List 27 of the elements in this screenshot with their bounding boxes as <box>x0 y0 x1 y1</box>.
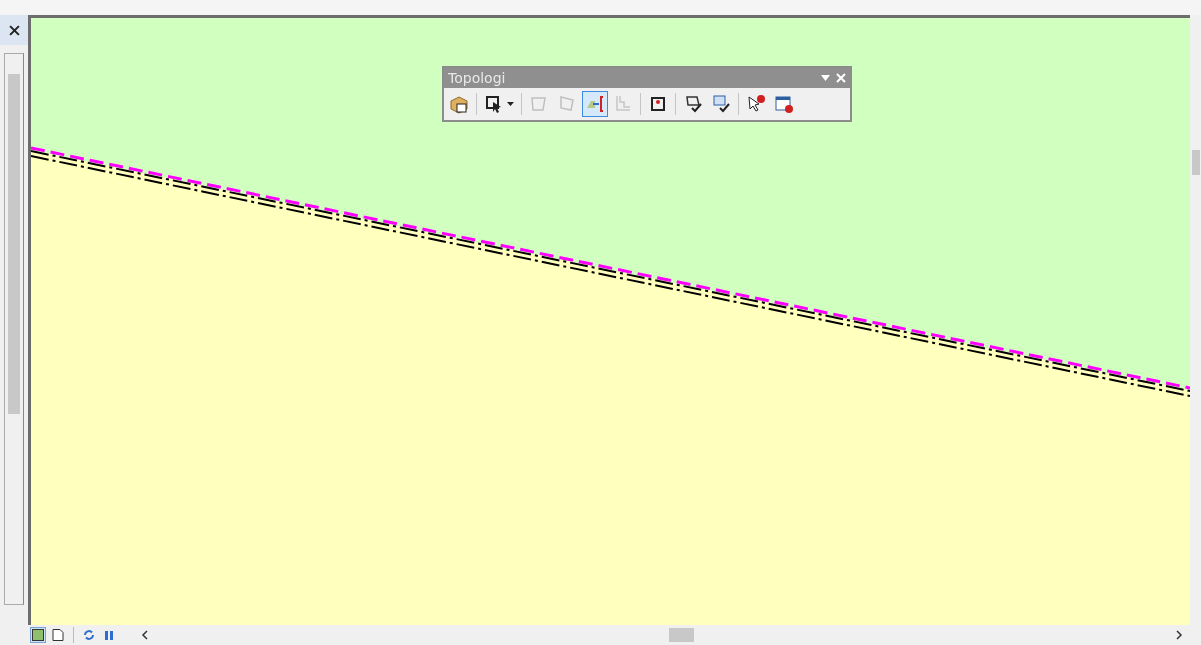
close-icon[interactable] <box>836 73 846 83</box>
extend-line-icon <box>585 94 605 114</box>
polygon-icon <box>529 94 549 114</box>
pause-icon <box>105 630 113 640</box>
refresh-button[interactable] <box>81 627 97 643</box>
layout-view-button[interactable] <box>50 627 66 643</box>
scroll-thumb[interactable] <box>669 628 694 642</box>
scroll-right-icon <box>1175 630 1183 640</box>
close-button[interactable] <box>0 15 28 45</box>
page-icon <box>52 629 64 641</box>
close-icon <box>8 24 20 36</box>
refresh-icon <box>83 629 95 641</box>
scroll-left-icon <box>141 630 149 640</box>
window-error-icon <box>774 94 794 114</box>
box-icon <box>449 94 469 114</box>
scrollbar[interactable] <box>4 53 24 605</box>
map-icon <box>32 629 44 641</box>
validate-icon <box>683 94 703 114</box>
cursor-error-icon <box>746 94 766 114</box>
caret-icon <box>507 102 514 106</box>
steps-icon <box>613 94 633 114</box>
polygon-vertex-icon <box>648 94 668 114</box>
data-view-button[interactable] <box>30 627 46 643</box>
toolbar-title: Topologi <box>448 70 506 86</box>
polygon-icon <box>557 94 577 114</box>
validate-extent-icon <box>711 94 731 114</box>
dropdown-icon[interactable] <box>821 75 830 81</box>
